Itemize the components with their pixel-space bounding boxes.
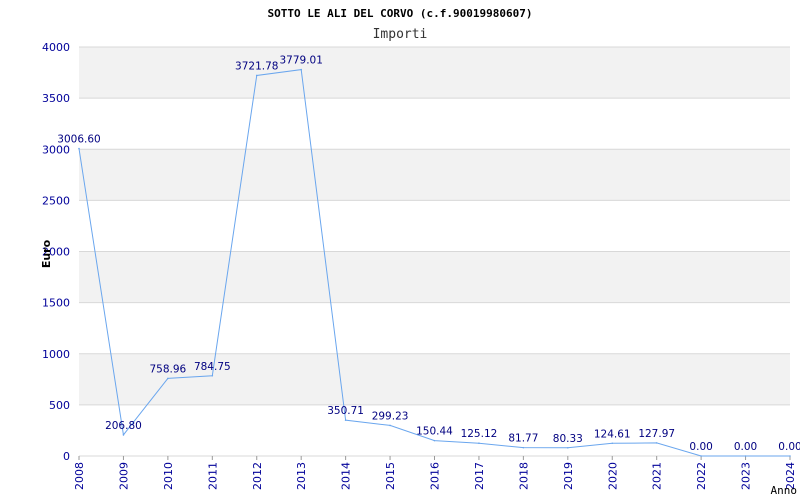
- x-axis-label: Anno: [771, 484, 798, 497]
- line-chart: SOTTO LE ALI DEL CORVO (c.f.90019980607)…: [40, 7, 800, 497]
- y-tick-label: 1500: [42, 297, 70, 310]
- data-label: 206.80: [105, 420, 142, 432]
- data-label: 784.75: [194, 361, 231, 373]
- data-label: 758.96: [150, 363, 187, 375]
- data-label: 0.00: [778, 441, 800, 453]
- data-label: 0.00: [689, 441, 712, 453]
- data-label: 127.97: [638, 428, 675, 440]
- x-tick-label: 2012: [251, 462, 264, 490]
- data-point: [700, 455, 702, 457]
- data-point: [300, 68, 302, 71]
- data-point: [78, 147, 80, 150]
- x-tick-label: 2013: [295, 462, 308, 490]
- data-point: [389, 424, 391, 427]
- y-tick-label: 0: [63, 450, 70, 463]
- data-point: [789, 455, 791, 457]
- grid-band: [79, 302, 790, 354]
- data-label: 3721.78: [235, 60, 278, 72]
- data-label: 125.12: [461, 428, 498, 440]
- y-tick-label: 2500: [42, 194, 70, 207]
- y-tick-label: 1000: [42, 348, 70, 361]
- x-tick-label: 2015: [384, 462, 397, 490]
- chart-title: SOTTO LE ALI DEL CORVO (c.f.90019980607): [268, 7, 533, 20]
- data-point: [478, 442, 480, 445]
- y-tick-label: 4000: [42, 41, 70, 54]
- data-label: 150.44: [416, 426, 453, 438]
- data-label: 3779.01: [279, 55, 322, 67]
- x-axis-ticks: 2008 2009 2010 2011 2012 2013 2014 2015 2016 2017…: [73, 456, 797, 490]
- data-point: [522, 446, 525, 449]
- grid-band: [79, 251, 790, 303]
- data-point: [433, 439, 436, 442]
- data-label: 124.61: [594, 428, 631, 440]
- x-tick-label: 2018: [517, 462, 530, 490]
- data-label: 3006.60: [57, 134, 100, 146]
- y-tick-label: 500: [49, 399, 70, 412]
- data-label: 350.71: [327, 405, 364, 417]
- data-point: [655, 442, 658, 444]
- data-point: [744, 455, 747, 457]
- data-point: [167, 377, 169, 380]
- x-tick-label: 2021: [651, 462, 664, 490]
- x-tick-label: 2008: [73, 462, 86, 490]
- y-tick-label: 3500: [42, 92, 70, 105]
- data-point: [567, 446, 569, 449]
- x-tick-label: 2023: [740, 462, 753, 490]
- x-tick-label: 2009: [117, 462, 130, 490]
- x-tick-label: 2011: [206, 462, 219, 490]
- data-point: [255, 74, 258, 77]
- x-tick-label: 2016: [429, 462, 442, 490]
- data-point: [344, 419, 347, 421]
- grid-band: [79, 47, 790, 99]
- x-tick-label: 2017: [473, 462, 486, 490]
- chart-subtitle: Importi: [373, 27, 428, 42]
- data-point: [211, 374, 214, 377]
- data-label: 0.00: [734, 441, 757, 453]
- x-tick-label: 2022: [695, 462, 708, 490]
- x-tick-label: 2019: [562, 462, 575, 490]
- data-label: 80.33: [553, 433, 583, 445]
- grid-band: [79, 353, 790, 405]
- data-label: 81.77: [508, 433, 538, 445]
- data-label: 299.23: [372, 410, 409, 422]
- grid-band: [79, 98, 790, 150]
- data-point: [122, 434, 125, 436]
- grid-band: [79, 200, 790, 252]
- x-tick-label: 2010: [162, 462, 175, 490]
- y-axis-label: Euro: [40, 239, 53, 268]
- x-tick-label: 2014: [340, 462, 353, 490]
- grid-band: [79, 149, 790, 201]
- data-point: [611, 442, 614, 445]
- x-tick-label: 2020: [606, 462, 619, 490]
